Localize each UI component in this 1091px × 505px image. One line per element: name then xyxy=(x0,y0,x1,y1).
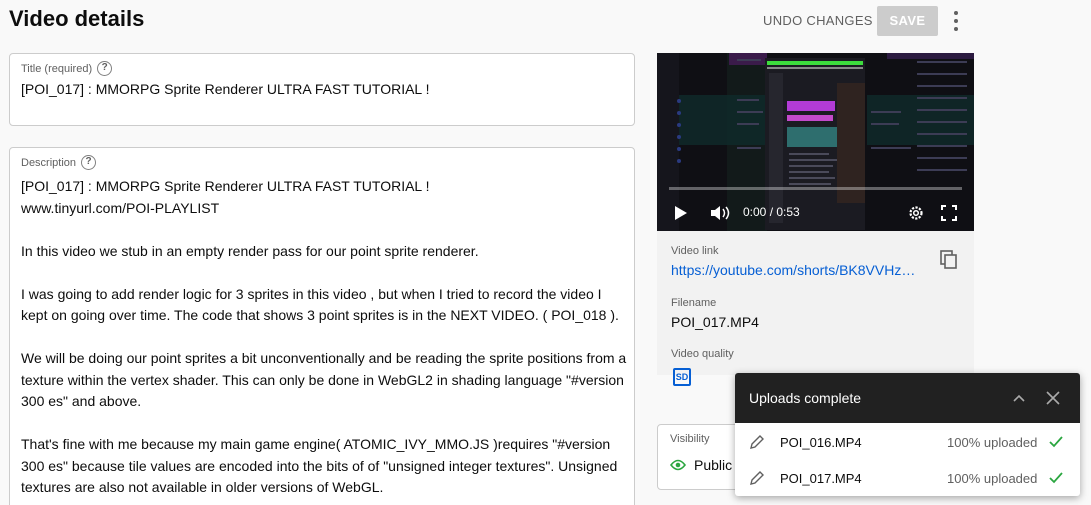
filename-value: POI_017.MP4 xyxy=(671,314,759,330)
player-controls: 0:00 / 0:53 xyxy=(657,201,974,225)
video-time: 0:00 / 0:53 xyxy=(743,205,800,219)
title-input[interactable]: [POI_017] : MMORPG Sprite Renderer ULTRA… xyxy=(21,81,429,97)
more-options-icon[interactable] xyxy=(944,8,968,34)
upload-filename[interactable]: POI_016.MP4 xyxy=(780,435,862,450)
copy-icon[interactable] xyxy=(940,250,958,270)
upload-status: 100% uploaded xyxy=(947,471,1038,486)
help-icon[interactable]: ? xyxy=(81,155,97,170)
uploads-toast: Uploads complete POI_016.MP4 100% upload… xyxy=(735,373,1080,496)
description-line: That's fine with me because my main game… xyxy=(21,436,618,495)
save-button[interactable]: SAVE xyxy=(877,6,938,36)
check-icon xyxy=(1049,472,1063,484)
title-field-label: Title (required) ? xyxy=(21,61,113,76)
description-blank-line xyxy=(21,219,627,241)
page-title: Video details xyxy=(9,6,145,31)
description-line: We will be doing our point sprites a bit… xyxy=(21,350,627,409)
visibility-label: Visibility xyxy=(670,433,710,445)
upload-item: POI_017.MP4 100% uploaded xyxy=(735,460,1080,496)
fullscreen-icon[interactable] xyxy=(940,204,958,222)
video-link-label: Video link xyxy=(671,245,719,257)
toast-title: Uploads complete xyxy=(749,390,862,406)
upload-item: POI_016.MP4 100% uploaded xyxy=(735,424,1080,460)
description-field-label: Description ? xyxy=(21,155,97,170)
filename-label: Filename xyxy=(671,297,717,309)
pencil-icon[interactable] xyxy=(749,434,765,450)
upload-status: 100% uploaded xyxy=(947,435,1038,450)
video-quality-label: Video quality xyxy=(671,348,734,360)
pencil-icon[interactable] xyxy=(749,470,765,486)
undo-changes-button[interactable]: UNDO CHANGES xyxy=(757,6,879,36)
upload-filename[interactable]: POI_017.MP4 xyxy=(780,471,862,486)
video-link[interactable]: https://youtube.com/shorts/BK8VVHzmGjM xyxy=(671,262,921,278)
description-line: [POI_017] : MMORPG Sprite Renderer ULTRA… xyxy=(21,178,430,194)
video-preview-card: 0:00 / 0:53 Video link https://youtube.c… xyxy=(657,53,974,386)
help-icon[interactable]: ? xyxy=(97,61,113,76)
description-line: www.tinyurl.com/POI-PLAYLIST xyxy=(21,199,220,216)
toast-header: Uploads complete xyxy=(735,373,1080,423)
description-line: In this video we stub in an empty render… xyxy=(21,242,479,259)
visibility-value: Public xyxy=(694,457,733,473)
sd-quality-icon: SD xyxy=(673,368,691,386)
eye-icon xyxy=(670,459,686,471)
description-field[interactable]: Description ? [POI_017] : MMORPG Sprite … xyxy=(9,147,635,505)
description-blank-line xyxy=(21,327,627,349)
play-icon[interactable] xyxy=(675,206,687,220)
video-progress-bar[interactable] xyxy=(669,187,962,190)
description-blank-line xyxy=(21,413,627,435)
description-blank-line xyxy=(21,262,627,284)
gear-icon[interactable] xyxy=(907,204,925,222)
check-icon xyxy=(1049,436,1063,448)
description-input[interactable]: [POI_017] : MMORPG Sprite Renderer ULTRA… xyxy=(21,176,627,499)
volume-icon[interactable] xyxy=(709,204,731,222)
video-player[interactable]: 0:00 / 0:53 xyxy=(657,53,974,231)
chevron-up-icon[interactable] xyxy=(1012,391,1026,405)
description-line: I was going to add render logic for 3 sp… xyxy=(21,285,619,324)
title-field[interactable]: Title (required) ? [POI_017] : MMORPG Sp… xyxy=(9,53,635,126)
close-icon[interactable] xyxy=(1046,391,1060,405)
